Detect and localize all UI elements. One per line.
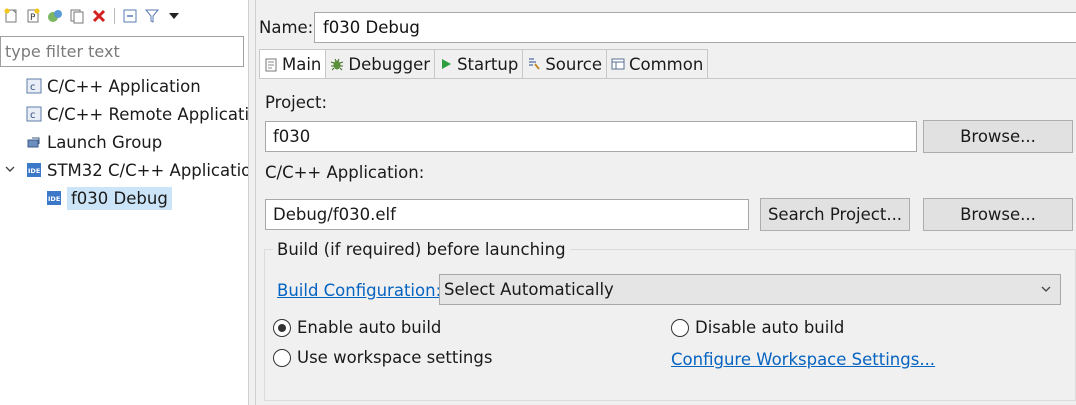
- name-label: Name:: [259, 18, 314, 37]
- main-tab-content: Project: f030 Browse... C/C++ Applicatio…: [259, 78, 1076, 405]
- tree-item-label: C/C++ Application: [47, 76, 201, 96]
- svg-text:c: c: [30, 110, 36, 121]
- tab-label: Common: [628, 54, 704, 74]
- tree-item-f030-debug[interactable]: IDE f030 Debug: [0, 184, 248, 212]
- disable-auto-build-radio[interactable]: Disable auto build: [671, 318, 844, 337]
- project-browse-button[interactable]: Browse...: [923, 120, 1073, 153]
- tab-source[interactable]: Source: [522, 49, 607, 78]
- search-project-button[interactable]: Search Project...: [760, 198, 910, 231]
- tree-item-label-selected: f030 Debug: [67, 186, 172, 210]
- build-configuration-link[interactable]: Build Configuration:: [277, 281, 441, 300]
- tree-item-c-cpp-remote-application[interactable]: c C/C++ Remote Applicatic: [0, 100, 248, 128]
- view-menu-icon[interactable]: [165, 7, 183, 25]
- radio-label: Enable auto build: [297, 318, 442, 337]
- tab-label: Debugger: [348, 54, 431, 74]
- configuration-list-panel: P c C/C+: [0, 0, 248, 405]
- editor-tabs: Main Debugger Startup Source Common: [259, 49, 709, 79]
- configure-workspace-settings-link[interactable]: Configure Workspace Settings...: [671, 350, 935, 369]
- configuration-editor: Name: Main Debugger Startup Source Commo…: [256, 0, 1076, 405]
- filter-input[interactable]: [0, 36, 244, 67]
- tree-item-label: C/C++ Remote Applicatic: [47, 104, 248, 124]
- tab-label: Main: [282, 55, 322, 74]
- tab-label: Startup: [457, 54, 519, 74]
- svg-text:IDE: IDE: [48, 195, 60, 203]
- chevron-down-icon[interactable]: [5, 164, 15, 174]
- project-label: Project:: [265, 93, 328, 112]
- tab-common[interactable]: Common: [605, 49, 709, 78]
- tab-debugger[interactable]: Debugger: [325, 49, 436, 78]
- name-field[interactable]: [314, 12, 1076, 43]
- chevron-down-icon: [1041, 286, 1051, 292]
- svg-text:c: c: [30, 82, 36, 93]
- delete-icon[interactable]: [90, 7, 108, 25]
- c-app-icon: c: [26, 106, 42, 122]
- c-app-icon: c: [26, 78, 42, 94]
- radio-label: Use workspace settings: [297, 348, 493, 367]
- build-configuration-select[interactable]: Select Automatically: [439, 274, 1061, 305]
- tab-main[interactable]: Main: [259, 49, 327, 79]
- radio-selected-icon: [273, 318, 291, 337]
- tab-label: Source: [545, 54, 602, 74]
- main-tab-icon: [265, 58, 277, 71]
- tree-item-c-cpp-application[interactable]: c C/C++ Application: [0, 72, 248, 100]
- export-config-icon[interactable]: [46, 7, 64, 25]
- launch-group-icon: [27, 137, 40, 148]
- build-group-title: Build (if required) before launching: [273, 240, 570, 259]
- duplicate-icon[interactable]: [68, 7, 86, 25]
- filter-icon[interactable]: [143, 7, 161, 25]
- application-label: C/C++ Application:: [265, 163, 425, 182]
- new-config-icon[interactable]: [2, 7, 20, 25]
- tree-item-stm32-application[interactable]: IDE STM32 C/C++ Applicatio: [0, 156, 248, 184]
- use-workspace-settings-radio[interactable]: Use workspace settings: [273, 348, 492, 367]
- tree-item-launch-group[interactable]: Launch Group: [0, 128, 248, 156]
- svg-text:P: P: [30, 13, 36, 23]
- ide-icon: IDE: [27, 163, 41, 177]
- panel-splitter[interactable]: [248, 0, 256, 405]
- launch-configurations-dialog: P c C/C+: [0, 0, 1076, 405]
- tree-item-label: Launch Group: [47, 132, 163, 152]
- application-field[interactable]: Debug/f030.elf: [265, 199, 749, 230]
- tab-startup[interactable]: Startup: [434, 49, 524, 78]
- debugger-icon: [331, 58, 344, 71]
- toolbar-separator: [114, 8, 115, 24]
- build-configuration-value: Select Automatically: [444, 280, 614, 299]
- tree-item-label: STM32 C/C++ Applicatio: [47, 160, 248, 180]
- application-browse-button[interactable]: Browse...: [923, 198, 1073, 231]
- configuration-tree: c C/C++ Application c C/C++ Remote Appli…: [0, 72, 248, 212]
- project-field[interactable]: f030: [265, 121, 917, 152]
- ide-icon: IDE: [47, 191, 61, 205]
- radio-label: Disable auto build: [695, 318, 845, 337]
- build-before-launch-group: Build (if required) before launching Bui…: [264, 240, 1076, 401]
- common-icon: [611, 58, 625, 70]
- radio-unselected-icon: [273, 348, 291, 367]
- startup-icon: [442, 59, 452, 69]
- svg-text:IDE: IDE: [28, 167, 40, 175]
- source-icon: [529, 58, 541, 70]
- new-prototype-icon[interactable]: P: [24, 7, 42, 25]
- configuration-toolbar: P: [0, 0, 248, 32]
- radio-unselected-icon: [671, 318, 689, 337]
- collapse-all-icon[interactable]: [121, 7, 139, 25]
- enable-auto-build-radio[interactable]: Enable auto build: [273, 318, 441, 337]
